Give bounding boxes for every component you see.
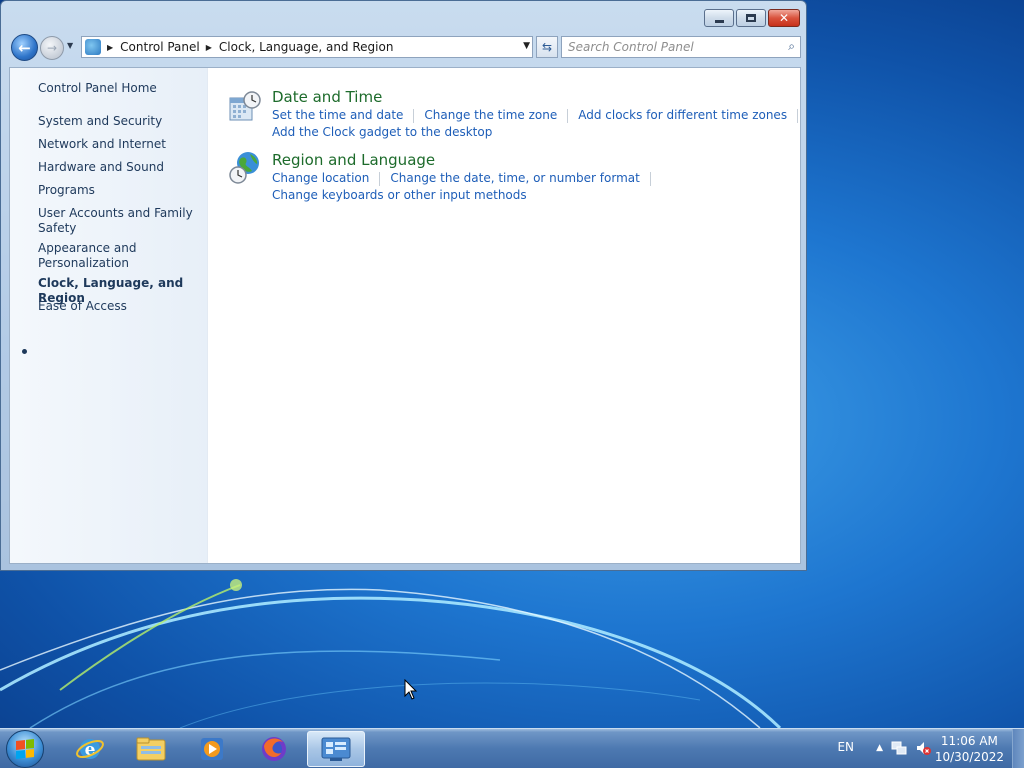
sidebar-item-network[interactable]: Network and Internet	[38, 137, 203, 152]
sidebar-item-system-security[interactable]: System and Security	[38, 114, 203, 129]
section-title-date-time[interactable]: Date and Time	[272, 88, 382, 106]
show-desktop-button[interactable]	[1012, 729, 1024, 768]
active-bullet-icon	[22, 349, 27, 354]
link-separator	[379, 172, 381, 186]
taskbar-windows-explorer[interactable]	[122, 731, 180, 767]
sidebar-item-user-accounts[interactable]: User Accounts and Family Safety	[38, 206, 203, 236]
link-change-format[interactable]: Change the date, time, or number format	[390, 171, 639, 186]
system-clock[interactable]: 11:06 AM 10/30/2022	[935, 733, 1004, 765]
sidebar-home-link[interactable]: Control Panel Home	[38, 81, 203, 96]
calendar-clock-icon[interactable]	[228, 90, 262, 124]
link-row: Set the time and date Change the time zo…	[272, 108, 808, 123]
taskbar-internet-explorer[interactable]: e	[61, 731, 119, 767]
sidebar-item-hardware-sound[interactable]: Hardware and Sound	[38, 160, 203, 175]
link-set-time-date[interactable]: Set the time and date	[272, 108, 403, 123]
notification-area: ▲	[876, 740, 931, 756]
sidebar-item-ease-of-access[interactable]: Ease of Access	[38, 299, 203, 314]
forward-button[interactable]: →	[40, 36, 64, 60]
chevron-down-icon: ▼	[67, 41, 74, 50]
link-add-clocks[interactable]: Add clocks for different time zones	[578, 108, 787, 123]
show-hidden-icons-icon[interactable]: ▲	[876, 743, 883, 753]
link-separator	[797, 109, 799, 123]
recent-pages-button[interactable]: ▼	[67, 41, 77, 51]
navigation-bar: ← → ▼ ▶ Control Panel ▶ Clock, Language,…	[9, 33, 801, 61]
sidebar: Control Panel Home System and Security N…	[10, 68, 208, 563]
taskbar-media-player[interactable]	[183, 731, 241, 767]
minimize-button[interactable]	[704, 9, 734, 27]
address-dropdown-icon[interactable]: ▼	[523, 41, 530, 51]
clock-time: 11:06 AM	[940, 734, 998, 748]
link-row: Change keyboards or other input methods	[272, 188, 527, 202]
address-bar[interactable]: ▶ Control Panel ▶ Clock, Language, and R…	[81, 36, 533, 58]
section-date-time: Date and Time Set the time and date Chan…	[228, 88, 799, 148]
network-icon[interactable]	[891, 740, 907, 756]
section-region-language: Region and Language Change location Chan…	[228, 151, 788, 211]
link-change-location[interactable]: Change location	[272, 171, 369, 186]
sidebar-item-appearance[interactable]: Appearance and Personalization	[38, 241, 203, 271]
back-button[interactable]: ←	[11, 34, 38, 61]
taskbar: e EN ▲ 11:06 AM 10/30/2022	[0, 728, 1024, 768]
link-separator	[649, 172, 651, 186]
back-arrow-icon: ←	[18, 38, 31, 57]
mouse-cursor-icon	[404, 679, 418, 700]
windows-explorer-icon	[136, 737, 166, 761]
minimize-icon	[714, 19, 724, 23]
search-icon[interactable]: ⌕	[788, 39, 795, 54]
breadcrumb-current[interactable]: Clock, Language, and Region	[219, 40, 394, 54]
refresh-button[interactable]: ⇆	[536, 36, 558, 58]
firefox-icon	[262, 737, 286, 761]
internet-explorer-icon: e	[76, 739, 104, 760]
control-panel-window[interactable]: ✕ ← → ▼ ▶ Control Panel ▶ Clock, Languag…	[0, 0, 807, 571]
start-button[interactable]	[6, 730, 44, 768]
maximize-button[interactable]	[736, 9, 766, 27]
content-area: Control Panel Home System and Security N…	[9, 67, 801, 564]
maximize-icon	[746, 14, 756, 22]
link-separator	[567, 109, 569, 123]
close-button[interactable]: ✕	[768, 9, 800, 27]
breadcrumb-separator-icon[interactable]: ▶	[206, 43, 212, 52]
volume-muted-icon[interactable]	[915, 740, 931, 756]
globe-clock-icon[interactable]	[228, 151, 262, 185]
close-icon: ✕	[778, 11, 790, 25]
windows-logo-icon	[16, 739, 34, 759]
taskbar-control-panel[interactable]	[307, 731, 365, 767]
sidebar-item-programs[interactable]: Programs	[38, 183, 203, 198]
link-row: Add the Clock gadget to the desktop	[272, 125, 492, 139]
section-title-region-language[interactable]: Region and Language	[272, 151, 435, 169]
forward-arrow-icon: →	[46, 41, 58, 55]
search-placeholder: Search Control Panel	[568, 40, 694, 54]
link-change-time-zone[interactable]: Change the time zone	[424, 108, 557, 123]
refresh-icon: ⇆	[541, 40, 553, 54]
taskbar-firefox[interactable]	[245, 731, 303, 767]
clock-date: 10/30/2022	[934, 750, 1004, 764]
link-separator	[413, 109, 415, 123]
language-indicator[interactable]: EN	[837, 740, 854, 754]
breadcrumb-separator-icon[interactable]: ▶	[107, 43, 113, 52]
search-input[interactable]: Search Control Panel ⌕	[561, 36, 801, 58]
control-panel-icon	[85, 39, 101, 55]
caption-buttons: ✕	[704, 9, 800, 27]
link-clock-gadget[interactable]: Add the Clock gadget to the desktop	[272, 125, 492, 139]
control-panel-icon	[321, 737, 351, 761]
media-player-icon	[201, 738, 223, 760]
link-change-keyboards[interactable]: Change keyboards or other input methods	[272, 188, 527, 202]
link-row: Change location Change the date, time, o…	[272, 171, 661, 186]
breadcrumb-control-panel[interactable]: Control Panel	[120, 40, 200, 54]
